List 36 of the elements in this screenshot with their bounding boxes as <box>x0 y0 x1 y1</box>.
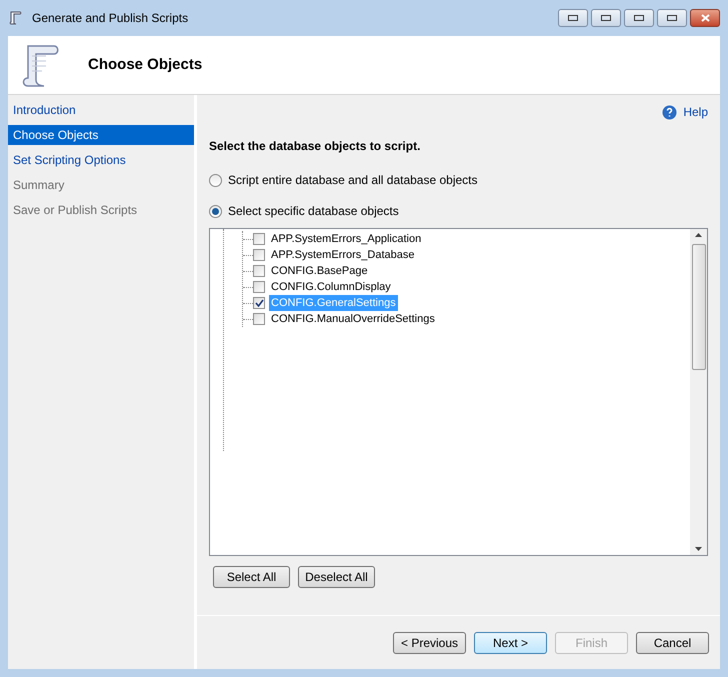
checkbox[interactable] <box>253 233 265 245</box>
wizard-button[interactable]: Cancel <box>636 632 709 654</box>
checkbox[interactable] <box>253 281 265 293</box>
deselect-all-button[interactable]: Deselect All <box>298 566 375 588</box>
select-all-button[interactable]: Select All <box>213 566 290 588</box>
wizard-button[interactable]: Next > <box>474 632 547 654</box>
tree-item[interactable]: APP.SystemErrors_Application <box>269 230 424 248</box>
up-arrow-icon <box>695 233 702 237</box>
tree-item[interactable]: CONFIG.ColumnDisplay <box>269 278 393 296</box>
checkbox[interactable] <box>253 297 265 309</box>
close-button[interactable] <box>690 9 720 27</box>
tree-item[interactable]: CONFIG.ManualOverrideSettings <box>269 310 437 328</box>
radio-label: Script entire database and all database objects <box>228 172 478 189</box>
wizard-step[interactable]: Introduction <box>8 100 194 120</box>
down-arrow-icon <box>695 547 702 551</box>
minimize-button[interactable] <box>624 9 654 27</box>
close-icon <box>700 14 710 22</box>
help-icon <box>662 104 678 120</box>
wizard-step[interactable]: Choose Objects <box>8 125 194 145</box>
radio-button[interactable] <box>209 174 222 186</box>
window-title: Generate and Publish Scripts <box>32 10 188 27</box>
wizard-step[interactable]: Set Scripting Options <box>8 150 194 170</box>
radio-label: Select specific database objects <box>228 203 399 220</box>
tree-item[interactable]: CONFIG.BasePage <box>269 262 370 280</box>
scroll-icon <box>8 10 24 26</box>
wizard-button[interactable]: < Previous <box>393 632 466 654</box>
scrollbar[interactable] <box>690 229 707 555</box>
radio-button[interactable] <box>209 204 222 218</box>
checkbox[interactable] <box>253 313 265 325</box>
instruction-text: Select the database objects to script. <box>209 138 422 155</box>
checkbox[interactable] <box>253 265 265 277</box>
tree-item[interactable]: APP.SystemErrors_Database <box>269 246 416 264</box>
page-heading: Choose Objects <box>88 54 202 75</box>
checkbox[interactable] <box>253 249 265 261</box>
help-link[interactable]: Help <box>683 103 708 121</box>
maximize-button[interactable] <box>657 9 687 27</box>
